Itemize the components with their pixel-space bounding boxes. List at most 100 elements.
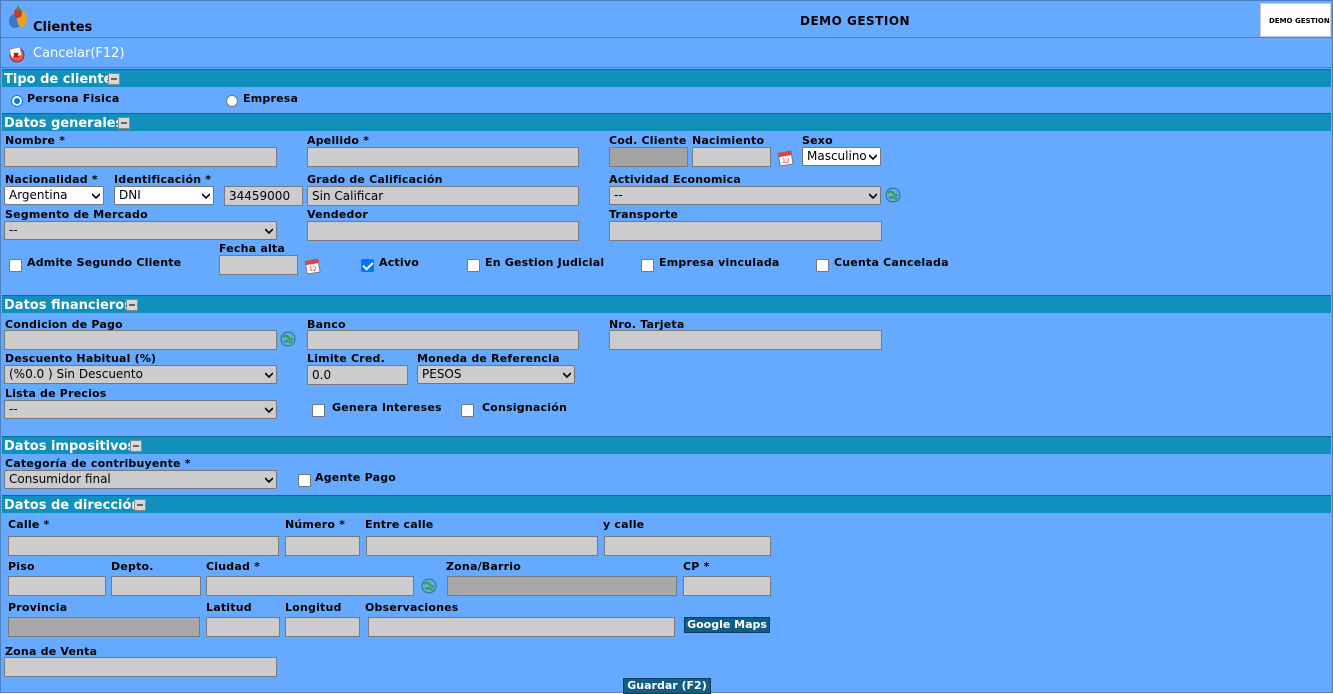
save-button[interactable]: Guardar (F2) <box>623 678 711 694</box>
identificacion-label: Identificación * <box>114 173 212 186</box>
numero-field[interactable] <box>285 536 360 556</box>
radio-persona-fisica[interactable] <box>11 95 23 107</box>
radio-empresa[interactable] <box>226 95 238 107</box>
section-datos-generales: Datos generales <box>2 113 1331 131</box>
globe-search-icon[interactable] <box>884 186 902 204</box>
moneda-label: Moneda de Referencia <box>417 352 560 365</box>
calle-label: Calle * <box>8 518 50 531</box>
toolbar: Cancelar(F12) <box>1 39 1332 68</box>
section-datos-direccion: Datos de dirección <box>2 495 1331 513</box>
cod-cliente-label: Cod. Cliente <box>609 134 687 147</box>
chevron-down-icon <box>265 228 273 235</box>
y-calle-label: y calle <box>603 518 645 531</box>
nacionalidad-select[interactable]: Argentina <box>4 186 104 205</box>
chevron-down-icon <box>869 154 877 161</box>
cancel-icon <box>8 45 25 63</box>
nacionalidad-label: Nacionalidad * <box>5 173 98 186</box>
company-logo: DEMO GESTION <box>1260 3 1331 37</box>
admite-label: Admite Segundo Cliente <box>27 256 182 269</box>
observaciones-field[interactable] <box>368 617 675 637</box>
categoria-select[interactable]: Consumidor final <box>4 470 277 489</box>
descuento-label: Descuento Habitual (%) <box>5 352 157 365</box>
actividad-select[interactable]: -- <box>609 186 881 205</box>
judicial-label: En Gestion Judicial <box>485 256 605 269</box>
vendedor-field[interactable] <box>307 221 579 241</box>
latitud-label: Latitud <box>206 601 252 614</box>
radio-empresa-label: Empresa <box>243 92 299 105</box>
apellido-field[interactable] <box>307 147 579 167</box>
collapse-icon[interactable] <box>126 299 138 311</box>
ciudad-field[interactable] <box>206 576 414 596</box>
longitud-label: Longitud <box>285 601 342 614</box>
cp-label: CP * <box>683 560 710 573</box>
calificacion-field[interactable]: Sin Calificar <box>307 186 579 206</box>
latitud-field[interactable] <box>206 617 280 637</box>
transporte-label: Transporte <box>609 208 679 221</box>
cp-field[interactable] <box>683 576 771 596</box>
longitud-field[interactable] <box>285 617 360 637</box>
vinculada-checkbox[interactable] <box>641 259 654 272</box>
zona-barrio-field <box>447 576 677 596</box>
y-calle-field[interactable] <box>604 536 771 556</box>
section-tipo-cliente: Tipo de cliente <box>2 69 1331 87</box>
transporte-field[interactable] <box>609 221 882 241</box>
limite-field[interactable]: 0.0 <box>307 365 408 385</box>
judicial-checkbox[interactable] <box>467 259 480 272</box>
calendar-icon[interactable]: 12 <box>777 149 795 167</box>
cancel-button[interactable]: Cancelar(F12) <box>7 43 132 63</box>
google-maps-button[interactable]: Google Maps <box>684 617 770 633</box>
provincia-label: Provincia <box>8 601 68 614</box>
collapse-icon[interactable] <box>134 499 146 511</box>
collapse-icon[interactable] <box>130 440 142 452</box>
zona-barrio-label: Zona/Barrio <box>446 560 521 573</box>
svg-text:12: 12 <box>782 158 790 165</box>
chevron-down-icon <box>869 193 877 200</box>
chevron-down-icon <box>92 193 100 200</box>
lista-select[interactable]: -- <box>4 400 277 419</box>
section-title: Datos de dirección <box>4 498 141 513</box>
globe-search-icon[interactable] <box>420 577 438 595</box>
fecha-alta-field[interactable] <box>219 255 298 275</box>
app-logo-icon <box>9 6 27 28</box>
actividad-label: Actividad Economica <box>609 173 741 186</box>
piso-field[interactable] <box>8 576 106 596</box>
svg-text:12: 12 <box>309 266 317 273</box>
company-name: DEMO GESTION <box>800 14 911 28</box>
chevron-down-icon <box>563 372 571 379</box>
intereses-checkbox[interactable] <box>312 404 325 417</box>
condicion-field[interactable] <box>4 330 277 350</box>
apellido-label: Apellido * <box>307 134 370 147</box>
depto-field[interactable] <box>111 576 201 596</box>
agente-checkbox[interactable] <box>298 474 311 487</box>
provincia-field <box>8 617 200 637</box>
activo-checkbox[interactable] <box>361 259 374 272</box>
calendar-icon[interactable]: 12 <box>304 257 322 275</box>
categoria-label: Categoría de contribuyente * <box>5 457 191 470</box>
cancelada-checkbox[interactable] <box>816 259 829 272</box>
entre-calle-field[interactable] <box>366 536 598 556</box>
activo-label: Activo <box>379 256 419 269</box>
nombre-field[interactable] <box>4 147 277 167</box>
collapse-icon[interactable] <box>118 117 130 129</box>
intereses-label: Genera Intereses <box>332 401 442 414</box>
sexo-select[interactable]: Masculino <box>802 147 881 166</box>
nacimiento-label: Nacimiento <box>692 134 765 147</box>
identificacion-numero-field[interactable]: 34459000 <box>224 186 303 206</box>
admite-checkbox[interactable] <box>9 259 22 272</box>
segmento-select[interactable]: -- <box>4 221 277 240</box>
consignacion-checkbox[interactable] <box>461 404 474 417</box>
descuento-select[interactable]: (%0.0 ) Sin Descuento <box>4 365 277 384</box>
ciudad-label: Ciudad * <box>206 560 261 573</box>
zona-venta-field[interactable] <box>4 657 277 677</box>
globe-search-icon[interactable] <box>279 330 297 348</box>
collapse-icon[interactable] <box>108 73 120 85</box>
identificacion-tipo-select[interactable]: DNI <box>114 186 214 205</box>
cancel-label: Cancelar(F12) <box>33 46 125 61</box>
moneda-select[interactable]: PESOS <box>417 365 575 384</box>
banco-field[interactable] <box>307 330 579 350</box>
limite-label: Limite Cred. <box>307 352 385 365</box>
nacimiento-field[interactable] <box>692 147 771 167</box>
tarjeta-field[interactable] <box>609 330 882 350</box>
calle-field[interactable] <box>8 536 279 556</box>
vendedor-label: Vendedor <box>307 208 368 221</box>
